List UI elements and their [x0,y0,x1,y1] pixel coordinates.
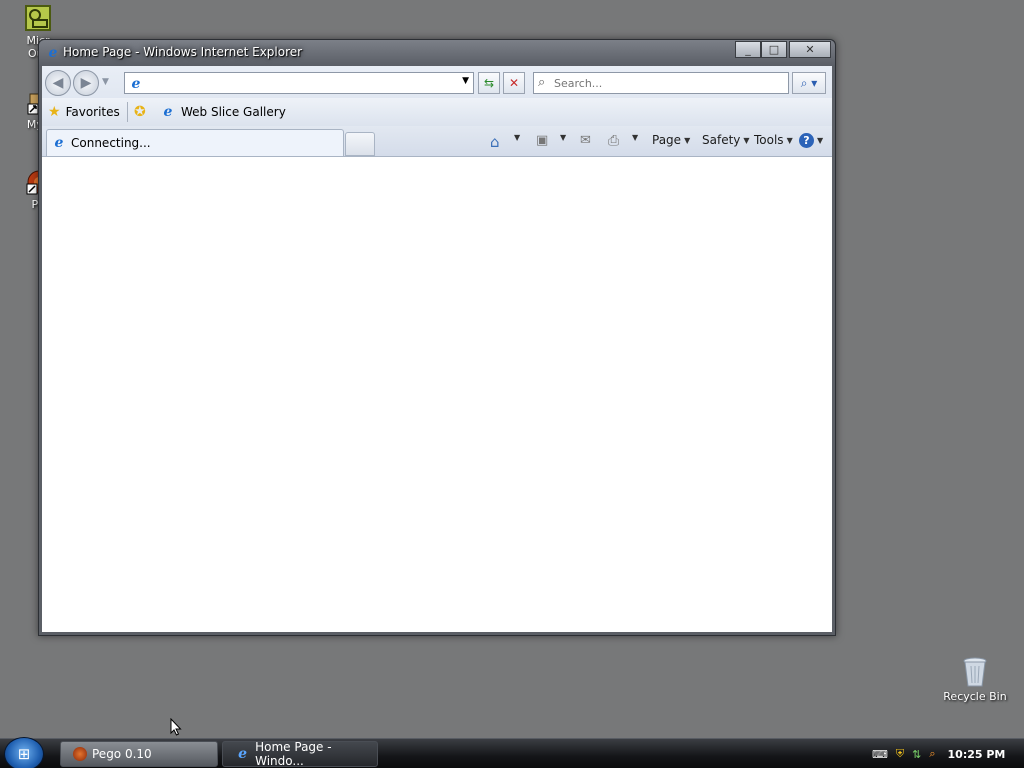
favorites-separator [127,102,128,122]
home-dropdown[interactable]: ▼ [514,133,520,142]
favorites-star-icon: ★ [48,104,61,120]
keyboard-icon[interactable]: ⌨ [872,748,888,761]
forward-button[interactable]: ▶ [73,70,99,96]
favorites-bar: ★ Favorites ✪ e Web Slice Gallery [42,98,832,126]
mouse-cursor-icon [170,718,182,736]
taskbar-button-label: Pego 0.10 [92,747,152,761]
minimize-button[interactable]: _ [735,41,761,58]
search-go-button[interactable]: ⌕ ▾ [792,72,826,94]
chevron-down-icon: ▼ [743,135,750,145]
pego-icon [73,747,87,761]
chevron-down-icon: ▼ [514,133,521,142]
web-slice-gallery-link[interactable]: e Web Slice Gallery [160,104,286,120]
safety-menu[interactable]: Safety ▼ [702,133,750,147]
search-input[interactable] [554,75,784,91]
search-provider-icon: ⌕ [538,75,546,90]
minimize-icon: _ [745,43,751,56]
network-icon[interactable]: ⇅ [912,748,921,761]
window-title: Home Page - Windows Internet Explorer [63,45,303,59]
tools-menu[interactable]: Tools ▼ [754,133,793,147]
chevron-down-icon: ▼ [817,136,824,145]
page-content-area[interactable] [42,156,832,632]
address-dropdown-icon[interactable]: ▼ [462,76,469,86]
page-menu[interactable]: Page ▼ [652,133,690,147]
help-icon: ? [799,133,814,148]
print-button[interactable]: ⎙ [608,133,619,149]
ie-window[interactable]: e Home Page - Windows Internet Explorer … [38,39,836,636]
web-slice-label: Web Slice Gallery [181,105,286,119]
add-favorite-star-icon: ✪ [134,104,146,120]
tab-label: Connecting... [71,136,151,150]
read-mail-button[interactable]: ✉ [580,133,591,148]
taskbar-button-label: Home Page - Windo... [255,740,332,768]
chevron-down-icon: ▼ [786,135,793,145]
browser-chrome: ◀ ▶ ▼ e ▼ ⇆ ✕ ⌕ ⌕ ▾ [42,66,832,156]
desktop-icon-label: Recycle Bin [943,690,1007,703]
forward-arrow-icon: ▶ [80,75,92,91]
ie-logo-icon: e [238,746,248,762]
search-icon[interactable]: ⌕ [929,747,935,761]
page-icon: e [131,76,141,92]
page-menu-label: Page [652,133,682,147]
recent-pages-dropdown[interactable]: ▼ [102,77,109,87]
refresh-icon: ⇆ [483,76,495,90]
search-box[interactable]: ⌕ [533,72,789,94]
recycle-bin-icon [963,657,987,687]
maximize-button[interactable]: □ [761,41,787,58]
print-dropdown[interactable]: ▼ [632,133,638,142]
close-icon: ✕ [805,43,815,56]
feeds-button[interactable]: ▣ [536,133,548,148]
ie-logo-icon: e [48,45,58,61]
new-tab-button[interactable] [345,132,375,156]
safety-menu-label: Safety [702,133,741,147]
back-button[interactable]: ◀ [45,70,71,96]
ie-page-icon: e [163,104,173,120]
outlook-icon [25,5,51,31]
address-bar[interactable]: e ▼ [124,72,474,94]
rss-feed-icon: ▣ [536,133,549,148]
help-menu[interactable]: ? ▼ [799,133,823,148]
window-titlebar[interactable]: e Home Page - Windows Internet Explorer … [39,40,835,66]
start-button[interactable]: ⊞ [4,737,44,768]
clock[interactable]: 10:25 PM [948,748,1006,761]
back-arrow-icon: ◀ [52,75,64,91]
feeds-dropdown[interactable]: ▼ [560,133,566,142]
home-button[interactable]: ⌂ [490,133,500,151]
system-tray: ⌨ ⛨ ⇅ ⌕ 10:25 PM [862,739,1024,768]
home-icon: ⌂ [490,133,500,151]
tab-and-command-bar: e Connecting... ⌂ ▼ ▣ ▼ ✉ ⎙ ▼ Page ▼ Saf… [42,126,832,156]
taskbar-button-pego[interactable]: Pego 0.10 [60,741,218,767]
security-shield-icon[interactable]: ⛨ [896,747,904,761]
favorites-button[interactable]: ★ Favorites [48,104,120,120]
taskbar: ⊞ Pego 0.10 e Home Page - Windo... ⌨ ⛨ ⇅… [0,737,1024,768]
windows-logo-icon: ⊞ [17,745,31,763]
chevron-down-icon: ▼ [560,133,567,142]
taskbar-button-ie[interactable]: e Home Page - Windo... [222,740,378,768]
close-button[interactable]: ✕ [789,41,831,58]
search-icon: ⌕ ▾ [800,75,818,90]
loading-page-icon: e [54,135,64,151]
stop-button[interactable]: ✕ [503,72,525,94]
favorites-label: Favorites [65,105,120,119]
mail-icon: ✉ [580,133,591,148]
maximize-icon: □ [768,43,780,56]
chevron-down-icon: ▼ [684,135,691,145]
tab-connecting[interactable]: e Connecting... [46,129,344,156]
desktop-icon-recycle-bin[interactable]: Recycle Bin [940,656,1010,703]
tools-menu-label: Tools [754,133,784,147]
add-to-favorites-bar-button[interactable]: ✪ [134,104,146,120]
printer-icon: ⎙ [608,133,620,149]
navigation-bar: ◀ ▶ ▼ e ▼ ⇆ ✕ ⌕ ⌕ ▾ [42,68,832,98]
stop-icon: ✕ [508,76,520,90]
chevron-down-icon: ▼ [632,133,639,142]
refresh-button[interactable]: ⇆ [478,72,500,94]
